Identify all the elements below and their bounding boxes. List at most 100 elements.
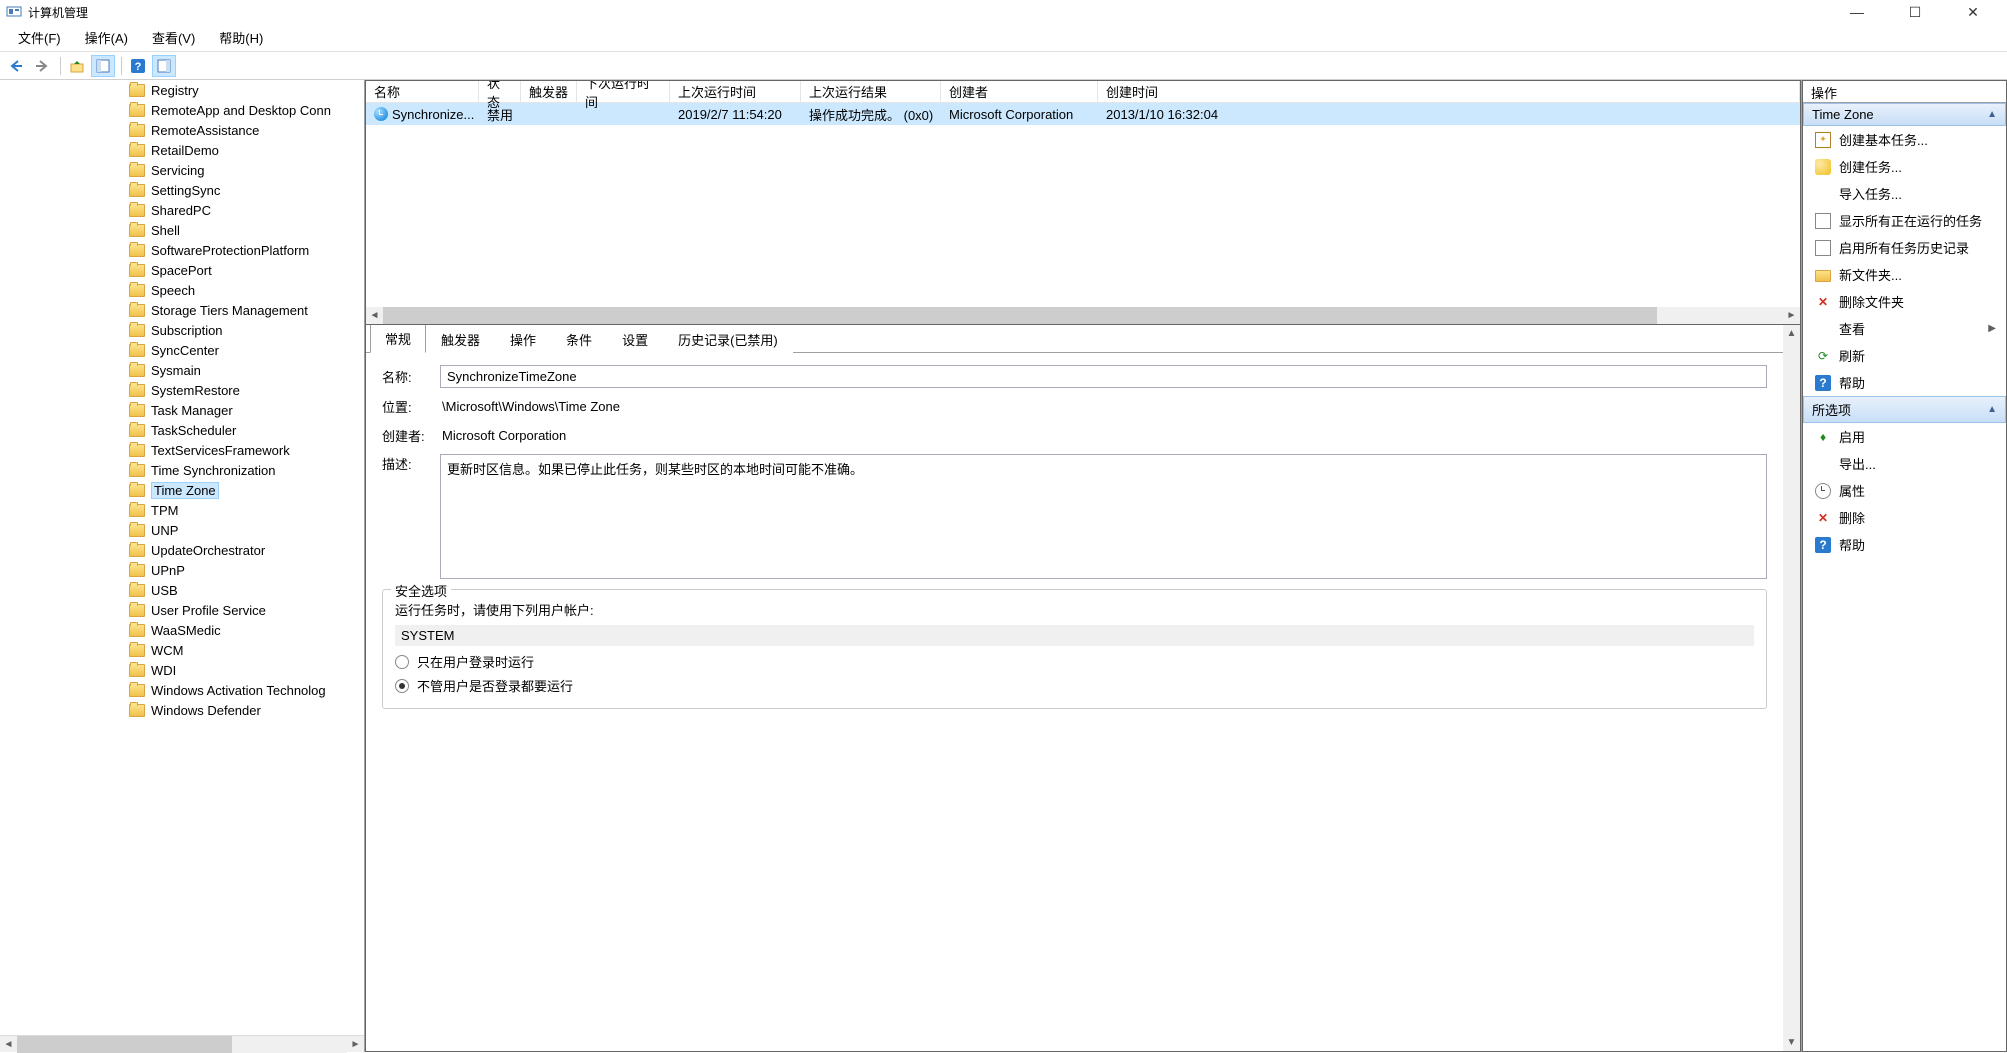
tree-view[interactable]: RegistryRemoteApp and Desktop ConnRemote…	[0, 80, 364, 1035]
action-item[interactable]: 导出...	[1803, 450, 2006, 477]
column-last-result[interactable]: 上次运行结果	[801, 81, 941, 102]
scroll-left-button[interactable]: ◄	[366, 307, 383, 324]
tree-item-settingsync[interactable]: SettingSync	[125, 180, 364, 200]
task-row[interactable]: Synchronize... 禁用 2019/2/7 11:54:20 操作成功…	[366, 103, 1800, 125]
radio-logged-on-only[interactable]: 只在用户登录时运行	[395, 652, 1754, 671]
column-next-run[interactable]: 下次运行时间	[577, 81, 670, 102]
tree-item-remoteassistance[interactable]: RemoteAssistance	[125, 120, 364, 140]
tree-item-wdi[interactable]: WDI	[125, 660, 364, 680]
action-item[interactable]: 新文件夹...	[1803, 261, 2006, 288]
action-item[interactable]: 查看▶	[1803, 315, 2006, 342]
action-item[interactable]: 启用所有任务历史记录	[1803, 234, 2006, 261]
action-item[interactable]: 导入任务...	[1803, 180, 2006, 207]
column-created[interactable]: 创建时间	[1098, 81, 1800, 102]
help-button[interactable]: ?	[126, 55, 150, 77]
tree-item-spaceport[interactable]: SpacePort	[125, 260, 364, 280]
scroll-thumb[interactable]	[383, 307, 1657, 324]
tab-settings[interactable]: 设置	[607, 325, 663, 353]
details-vertical-scrollbar[interactable]: ▲ ▼	[1783, 325, 1800, 1051]
column-name[interactable]: 名称	[366, 81, 479, 102]
scroll-up-button[interactable]: ▲	[1783, 325, 1800, 342]
tree-item-systemrestore[interactable]: SystemRestore	[125, 380, 364, 400]
back-button[interactable]	[4, 55, 28, 77]
action-item[interactable]: 显示所有正在运行的任务	[1803, 207, 2006, 234]
menu-view[interactable]: 查看(V)	[140, 24, 207, 51]
action-item[interactable]: 属性	[1803, 477, 2006, 504]
action-item[interactable]: 创建任务...	[1803, 153, 2006, 180]
tab-conditions[interactable]: 条件	[551, 325, 607, 353]
action-item[interactable]: ⟳刷新	[1803, 342, 2006, 369]
menu-help[interactable]: 帮助(H)	[207, 24, 275, 51]
tree-item-remoteapp-and-desktop-conn[interactable]: RemoteApp and Desktop Conn	[125, 100, 364, 120]
action-item[interactable]: ?帮助	[1803, 369, 2006, 396]
tree-item-time-synchronization[interactable]: Time Synchronization	[125, 460, 364, 480]
scroll-right-button[interactable]: ►	[347, 1036, 364, 1053]
tree-item-softwareprotectionplatform[interactable]: SoftwareProtectionPlatform	[125, 240, 364, 260]
action-item[interactable]: ✕删除	[1803, 504, 2006, 531]
tree-item-storage-tiers-management[interactable]: Storage Tiers Management	[125, 300, 364, 320]
tree-item-retaildemo[interactable]: RetailDemo	[125, 140, 364, 160]
actions-section-header[interactable]: 所选项▲	[1803, 396, 2006, 423]
task-name-input[interactable]	[440, 365, 1767, 388]
action-pane-button[interactable]	[152, 55, 176, 77]
tree-item-label: SharedPC	[151, 203, 211, 218]
tree-item-sysmain[interactable]: Sysmain	[125, 360, 364, 380]
action-item[interactable]: 创建基本任务...	[1803, 126, 2006, 153]
tree-item-unp[interactable]: UNP	[125, 520, 364, 540]
tree-item-subscription[interactable]: Subscription	[125, 320, 364, 340]
scroll-left-button[interactable]: ◄	[0, 1036, 17, 1053]
action-item[interactable]: ♦启用	[1803, 423, 2006, 450]
task-list[interactable]: 名称 状态 触发器 下次运行时间 上次运行时间 上次运行结果 创建者 创建时间 …	[366, 81, 1800, 307]
radio-regardless-logon[interactable]: 不管用户是否登录都要运行	[395, 676, 1754, 695]
tree-item-waasmedic[interactable]: WaaSMedic	[125, 620, 364, 640]
scroll-down-button[interactable]: ▼	[1783, 1034, 1800, 1051]
scroll-right-button[interactable]: ►	[1783, 307, 1800, 324]
close-button[interactable]: ✕	[1953, 4, 1993, 21]
tree-item-synccenter[interactable]: SyncCenter	[125, 340, 364, 360]
tab-triggers[interactable]: 触发器	[426, 325, 495, 353]
action-item[interactable]: ?帮助	[1803, 531, 2006, 558]
menu-file[interactable]: 文件(F)	[6, 24, 73, 51]
tab-actions[interactable]: 操作	[495, 325, 551, 353]
tree-item-registry[interactable]: Registry	[125, 80, 364, 100]
tree-item-wcm[interactable]: WCM	[125, 640, 364, 660]
tab-general[interactable]: 常规	[370, 325, 426, 353]
tree-item-shell[interactable]: Shell	[125, 220, 364, 240]
tree-item-tpm[interactable]: TPM	[125, 500, 364, 520]
scroll-track[interactable]	[383, 307, 1783, 324]
action-item[interactable]: ✕删除文件夹	[1803, 288, 2006, 315]
task-description[interactable]	[440, 454, 1767, 579]
tree-item-user-profile-service[interactable]: User Profile Service	[125, 600, 364, 620]
tab-history[interactable]: 历史记录(已禁用)	[663, 325, 793, 353]
maximize-button[interactable]: ☐	[1895, 4, 1935, 21]
tree-item-sharedpc[interactable]: SharedPC	[125, 200, 364, 220]
actions-section-header[interactable]: Time Zone▲	[1803, 103, 2006, 126]
tree-item-time-zone[interactable]: Time Zone	[125, 480, 364, 500]
console-tree-button[interactable]	[91, 55, 115, 77]
tree-item-windows-activation-technolog[interactable]: Windows Activation Technolog	[125, 680, 364, 700]
column-trigger[interactable]: 触发器	[521, 81, 577, 102]
column-creator[interactable]: 创建者	[941, 81, 1098, 102]
tree-horizontal-scrollbar[interactable]: ◄ ►	[0, 1035, 364, 1052]
menu-action[interactable]: 操作(A)	[73, 24, 140, 51]
scroll-thumb[interactable]	[17, 1036, 232, 1053]
tree-item-task-manager[interactable]: Task Manager	[125, 400, 364, 420]
column-status[interactable]: 状态	[479, 81, 521, 102]
up-button[interactable]	[65, 55, 89, 77]
tree-item-servicing[interactable]: Servicing	[125, 160, 364, 180]
scroll-track[interactable]	[17, 1036, 347, 1053]
minimize-button[interactable]: —	[1837, 4, 1877, 21]
forward-button[interactable]	[30, 55, 54, 77]
tree-item-label: USB	[151, 583, 178, 598]
tree-item-windows-defender[interactable]: Windows Defender	[125, 700, 364, 720]
tasklist-horizontal-scrollbar[interactable]: ◄ ►	[366, 307, 1800, 324]
tree-item-speech[interactable]: Speech	[125, 280, 364, 300]
scroll-track[interactable]	[1783, 342, 1800, 1034]
tree-item-updateorchestrator[interactable]: UpdateOrchestrator	[125, 540, 364, 560]
tree-item-upnp[interactable]: UPnP	[125, 560, 364, 580]
tree-item-taskscheduler[interactable]: TaskScheduler	[125, 420, 364, 440]
column-last-run[interactable]: 上次运行时间	[670, 81, 801, 102]
tree-item-textservicesframework[interactable]: TextServicesFramework	[125, 440, 364, 460]
security-group-title: 安全选项	[391, 581, 451, 600]
tree-item-usb[interactable]: USB	[125, 580, 364, 600]
